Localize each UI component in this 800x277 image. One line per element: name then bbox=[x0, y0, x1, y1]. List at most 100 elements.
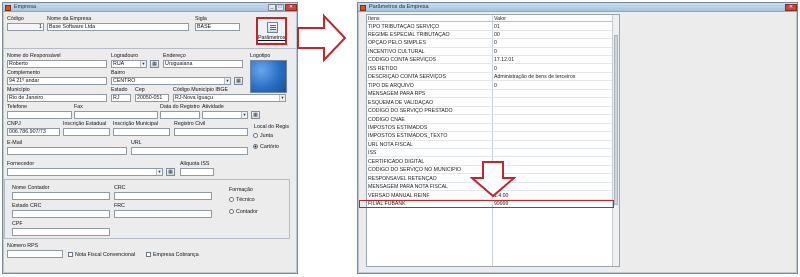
app-icon bbox=[5, 4, 11, 11]
atividade-select[interactable]: ▼ bbox=[202, 111, 248, 119]
table-row[interactable]: ISS RETIDO 0 bbox=[367, 65, 619, 73]
table-row[interactable]: CÓDIGO DO SERVIÇO PRESTADO bbox=[367, 108, 619, 116]
table-row[interactable]: REGIME ESPECIAL TRIBUTAÇÃO 00 bbox=[367, 31, 619, 40]
cnpj-field[interactable]: 006.786.907/73 bbox=[7, 128, 60, 136]
municipio-label: Município bbox=[7, 87, 30, 93]
municipio-field[interactable]: Rio de Janeiro bbox=[7, 94, 107, 102]
parametros-grid: Itens Valor TIPO TRIBUTAÇÃO SERVIÇO 01 REG… bbox=[366, 14, 620, 267]
empresa-cobranca-checkbox[interactable] bbox=[146, 252, 151, 257]
codigo-municipio-value: RJ-Nova Iguaçu bbox=[175, 95, 213, 101]
crc-field[interactable] bbox=[114, 192, 212, 200]
table-row[interactable]: TIPO DE ARQUIVO 0 bbox=[367, 82, 619, 90]
cartorio-radio[interactable] bbox=[253, 144, 258, 149]
inscricao-municipal-field[interactable] bbox=[113, 128, 170, 136]
numero-rps-field[interactable] bbox=[7, 250, 63, 258]
url-field[interactable] bbox=[131, 147, 248, 155]
parametros-window-title: Parâmetros da Empresa bbox=[369, 4, 429, 10]
contador-radio[interactable] bbox=[229, 209, 234, 214]
chevron-down-icon[interactable]: ▼ bbox=[156, 169, 162, 175]
endereco-field[interactable]: Uruguaiana bbox=[163, 60, 243, 68]
fax-field[interactable] bbox=[74, 111, 158, 119]
table-row[interactable]: ESQUEMA DE VALIDAÇÃO bbox=[367, 99, 619, 107]
bairro-lookup-button[interactable]: ▦ bbox=[234, 77, 243, 85]
aliquota-iss-label: Alíquota ISS bbox=[180, 161, 210, 167]
bairro-value: CENTRO bbox=[113, 78, 136, 84]
estado-field[interactable]: RJ bbox=[111, 94, 131, 102]
email-label: E-Mail bbox=[7, 140, 23, 146]
cpf-field[interactable] bbox=[12, 228, 110, 236]
table-row[interactable]: CÓDIGO CNAE bbox=[367, 116, 619, 124]
telefone-field[interactable] bbox=[7, 111, 72, 119]
row-valor-cell[interactable]: 0 bbox=[494, 66, 619, 72]
logotipo-image[interactable] bbox=[250, 60, 287, 93]
chevron-down-icon[interactable]: ▼ bbox=[279, 95, 285, 101]
table-row[interactable]: INCENTIVO CULTURAL 0 bbox=[367, 48, 619, 57]
scrollbar-thumb[interactable] bbox=[614, 35, 618, 205]
row-valor-cell[interactable]: 0 bbox=[494, 40, 619, 46]
complemento-field[interactable]: 94 21º andar bbox=[7, 77, 107, 85]
close-button[interactable]: ✕ bbox=[785, 4, 797, 11]
estado-crc-field[interactable] bbox=[12, 210, 110, 218]
minimize-button[interactable]: _ bbox=[268, 4, 276, 11]
inscricao-estadual-field[interactable] bbox=[63, 128, 110, 136]
row-item-cell: CÓDIGO CNAE bbox=[368, 116, 405, 123]
nota-fiscal-checkbox[interactable] bbox=[68, 252, 73, 257]
frc-field[interactable] bbox=[114, 210, 212, 218]
logradouro-select[interactable]: RUA ▼ bbox=[111, 60, 147, 68]
col-header-item[interactable]: Itens bbox=[368, 16, 379, 22]
sigla-field[interactable]: BASE bbox=[195, 23, 240, 31]
row-valor-cell[interactable]: 0 bbox=[494, 49, 619, 55]
row-valor-cell[interactable]: 01 bbox=[494, 24, 619, 30]
table-row[interactable]: ISS bbox=[367, 150, 619, 158]
table-row[interactable]: MENSAGEM PARA RPS bbox=[367, 91, 619, 99]
table-row[interactable]: OPÇÃO PELO SIMPLES 0 bbox=[367, 40, 619, 48]
row-item-cell: TIPO DE ARQUIVO bbox=[368, 82, 414, 89]
col-header-valor[interactable]: Valor bbox=[494, 16, 506, 22]
email-field[interactable] bbox=[7, 147, 127, 155]
codigo-municipio-select[interactable]: RJ-Nova Iguaçu ▼ bbox=[173, 94, 286, 102]
vertical-scrollbar[interactable] bbox=[612, 15, 619, 266]
bairro-select[interactable]: CENTRO ▼ bbox=[111, 77, 231, 85]
junta-radio[interactable] bbox=[253, 133, 258, 138]
endereco-label: Endereço bbox=[163, 53, 186, 59]
inscricao-estadual-label: Inscrição Estadual bbox=[63, 121, 107, 127]
cartorio-label: Cartório bbox=[260, 144, 279, 150]
row-item-cell: MENSAGEM PARA RPS bbox=[368, 91, 426, 98]
chevron-down-icon[interactable]: ▼ bbox=[224, 78, 230, 84]
codigo-field[interactable]: 1 bbox=[7, 23, 44, 31]
nome-empresa-field[interactable]: Base Software Ltda bbox=[47, 23, 189, 31]
data-registro-field[interactable] bbox=[160, 111, 200, 119]
close-button[interactable]: ✕ bbox=[285, 4, 297, 11]
table-row[interactable]: DESCRIÇÃO CONTA SERVIÇOS Administração de… bbox=[367, 74, 619, 82]
fornecedor-lookup-button[interactable]: ▦ bbox=[166, 168, 175, 176]
registro-civil-field[interactable] bbox=[174, 128, 248, 136]
empresa-titlebar[interactable]: Empresa _ □ ✕ bbox=[3, 3, 297, 12]
table-row[interactable]: IMPOSTOS ESTIMADOS_TEXTO bbox=[367, 133, 619, 141]
table-row[interactable]: CÓDIGO CONTA SERVIÇOS 17.12.01 bbox=[367, 57, 619, 65]
cep-field[interactable]: 20050-051 bbox=[135, 94, 169, 102]
logradouro-label: Logradouro bbox=[111, 53, 139, 59]
logradouro-lookup-button[interactable]: ▦ bbox=[150, 60, 159, 68]
table-row[interactable]: URL NOTA FISCAL bbox=[367, 141, 619, 149]
chevron-down-icon[interactable]: ▼ bbox=[241, 112, 247, 118]
atividade-lookup-button[interactable]: ▦ bbox=[251, 111, 260, 119]
row-valor-cell[interactable]: Administração de bens de terceiros bbox=[494, 74, 619, 80]
row-valor-cell[interactable]: 17.12.01 bbox=[494, 57, 619, 63]
bairro-label: Bairro bbox=[111, 70, 126, 76]
maximize-button[interactable]: □ bbox=[276, 4, 284, 11]
table-row[interactable]: IMPOSTOS ESTIMADOS bbox=[367, 124, 619, 133]
parametros-button-label: Parâmetros bbox=[258, 35, 286, 41]
row-valor-cell[interactable]: 00 bbox=[494, 32, 619, 38]
responsavel-field[interactable]: Roberto bbox=[7, 60, 107, 68]
grid-header: Itens Valor bbox=[367, 15, 619, 22]
chevron-down-icon[interactable]: ▼ bbox=[140, 61, 146, 67]
aliquota-iss-field[interactable] bbox=[180, 168, 214, 176]
cep-label: Cep bbox=[135, 87, 145, 93]
tecnico-radio[interactable] bbox=[229, 197, 234, 202]
fornecedor-select[interactable]: ▼ bbox=[7, 168, 163, 176]
nome-contador-field[interactable] bbox=[12, 192, 110, 200]
parametros-titlebar[interactable]: Parâmetros da Empresa ✕ bbox=[358, 3, 797, 12]
parametros-button[interactable]: Parâmetros bbox=[256, 17, 287, 45]
table-row[interactable]: TIPO TRIBUTAÇÃO SERVIÇO 01 bbox=[367, 23, 619, 31]
row-valor-cell[interactable]: 0 bbox=[494, 83, 619, 89]
